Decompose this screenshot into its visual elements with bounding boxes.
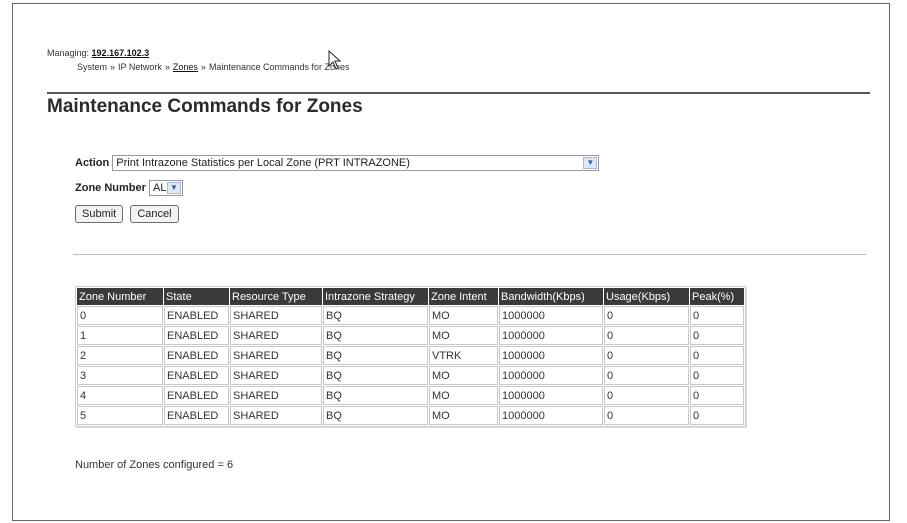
table-cell: 0 [690, 386, 744, 405]
table-row: 0 ENABLED SHARED BQ MO 1000000 0 0 [77, 306, 744, 325]
table-cell: 1000000 [499, 346, 603, 365]
table-cell: VTRK [429, 346, 498, 365]
breadcrumb-system: System [77, 62, 108, 72]
table-cell: 1000000 [499, 326, 603, 345]
column-header: Intrazone Strategy [323, 288, 428, 305]
table-cell: 1000000 [499, 366, 603, 385]
chevron-down-icon[interactable]: ▼ [166, 182, 181, 194]
table-cell: BQ [323, 326, 428, 345]
table-cell: SHARED [230, 386, 322, 405]
table-cell: 1000000 [499, 406, 603, 425]
table-cell: 0 [77, 306, 163, 325]
table-cell: ENABLED [164, 406, 229, 425]
table-cell: MO [429, 386, 498, 405]
table-cell: MO [429, 326, 498, 345]
breadcrumb-separator: » [110, 62, 116, 72]
zones-count-summary: Number of Zones configured = 6 [75, 459, 234, 471]
table-cell: ENABLED [164, 366, 229, 385]
table-cell: 0 [604, 366, 689, 385]
table-row: 2 ENABLED SHARED BQ VTRK 1000000 0 0 [77, 346, 744, 365]
table-cell: 5 [77, 406, 163, 425]
table-header-row: Zone Number State Resource Type Intrazon… [77, 288, 744, 305]
column-header: Peak(%) [690, 288, 744, 305]
table-cell: 0 [604, 326, 689, 345]
table-cell: 0 [604, 406, 689, 425]
table-cell: SHARED [230, 346, 322, 365]
action-select-value: Print Intrazone Statistics per Local Zon… [116, 157, 410, 169]
page-title: Maintenance Commands for Zones [47, 96, 363, 117]
table-cell: ENABLED [164, 346, 229, 365]
column-header: Usage(Kbps) [604, 288, 689, 305]
table-cell: 0 [690, 306, 744, 325]
table-cell: 4 [77, 386, 163, 405]
table-cell: 0 [690, 406, 744, 425]
table-cell: SHARED [230, 406, 322, 425]
submit-button[interactable]: Submit [75, 205, 124, 223]
table-cell: 0 [690, 366, 744, 385]
table-cell: 0 [690, 326, 744, 345]
title-divider [47, 92, 870, 94]
zone-number-select[interactable]: ALL ▼ [148, 180, 183, 196]
column-header: Zone Number [77, 288, 163, 305]
table-cell: SHARED [230, 366, 322, 385]
table-row: 5 ENABLED SHARED BQ MO 1000000 0 0 [77, 406, 744, 425]
managing-label: Managing: [47, 48, 90, 58]
action-row: Action Print Intrazone Statistics per Lo… [75, 155, 600, 171]
action-select[interactable]: Print Intrazone Statistics per Local Zon… [112, 155, 600, 171]
table-cell: SHARED [230, 306, 322, 325]
zone-number-label: Zone Number [75, 181, 146, 194]
table-cell: ENABLED [164, 306, 229, 325]
breadcrumb-separator: » [200, 62, 206, 72]
chevron-down-icon[interactable]: ▼ [583, 157, 598, 169]
table-cell: SHARED [230, 326, 322, 345]
table-cell: ENABLED [164, 326, 229, 345]
table-cell: MO [429, 406, 498, 425]
cancel-button[interactable]: Cancel [130, 205, 179, 223]
table-cell: 1000000 [499, 386, 603, 405]
breadcrumb: System» IP Network» Zones» Maintenance Comm… [77, 62, 350, 72]
action-label: Action [75, 156, 110, 169]
zone-row: Zone Number ALL ▼ [75, 180, 183, 196]
managing-ip-link[interactable]: 192.167.102.3 [92, 48, 150, 58]
table-row: 3 ENABLED SHARED BQ MO 1000000 0 0 [77, 366, 744, 385]
section-divider [73, 254, 866, 255]
page-frame [12, 3, 890, 521]
column-header: Bandwidth(Kbps) [499, 288, 603, 305]
table-cell: ENABLED [164, 386, 229, 405]
mouse-pointer-icon [328, 50, 342, 70]
table-row: 4 ENABLED SHARED BQ MO 1000000 0 0 [77, 386, 744, 405]
table-cell: BQ [323, 386, 428, 405]
table-cell: BQ [323, 306, 428, 325]
breadcrumb-ip-network: IP Network [118, 62, 162, 72]
breadcrumb-zones-link[interactable]: Zones [173, 62, 198, 72]
table-cell: MO [429, 306, 498, 325]
table-cell: 1 [77, 326, 163, 345]
table-cell: 1000000 [499, 306, 603, 325]
column-header: Resource Type [230, 288, 322, 305]
table-cell: 0 [604, 386, 689, 405]
table-cell: MO [429, 366, 498, 385]
table-cell: 0 [604, 306, 689, 325]
table-cell: 2 [77, 346, 163, 365]
form-buttons: Submit Cancel [75, 205, 179, 223]
column-header: Zone Intent [429, 288, 498, 305]
table-cell: BQ [323, 366, 428, 385]
table-cell: BQ [323, 346, 428, 365]
table-row: 1 ENABLED SHARED BQ MO 1000000 0 0 [77, 326, 744, 345]
table-cell: 0 [604, 346, 689, 365]
column-header: State [164, 288, 229, 305]
zones-table: Zone Number State Resource Type Intrazon… [75, 286, 746, 427]
breadcrumb-separator: » [164, 62, 170, 72]
table-cell: 0 [690, 346, 744, 365]
managing-line: Managing: 192.167.102.3 [47, 48, 149, 58]
table-cell: 3 [77, 366, 163, 385]
table-cell: BQ [323, 406, 428, 425]
